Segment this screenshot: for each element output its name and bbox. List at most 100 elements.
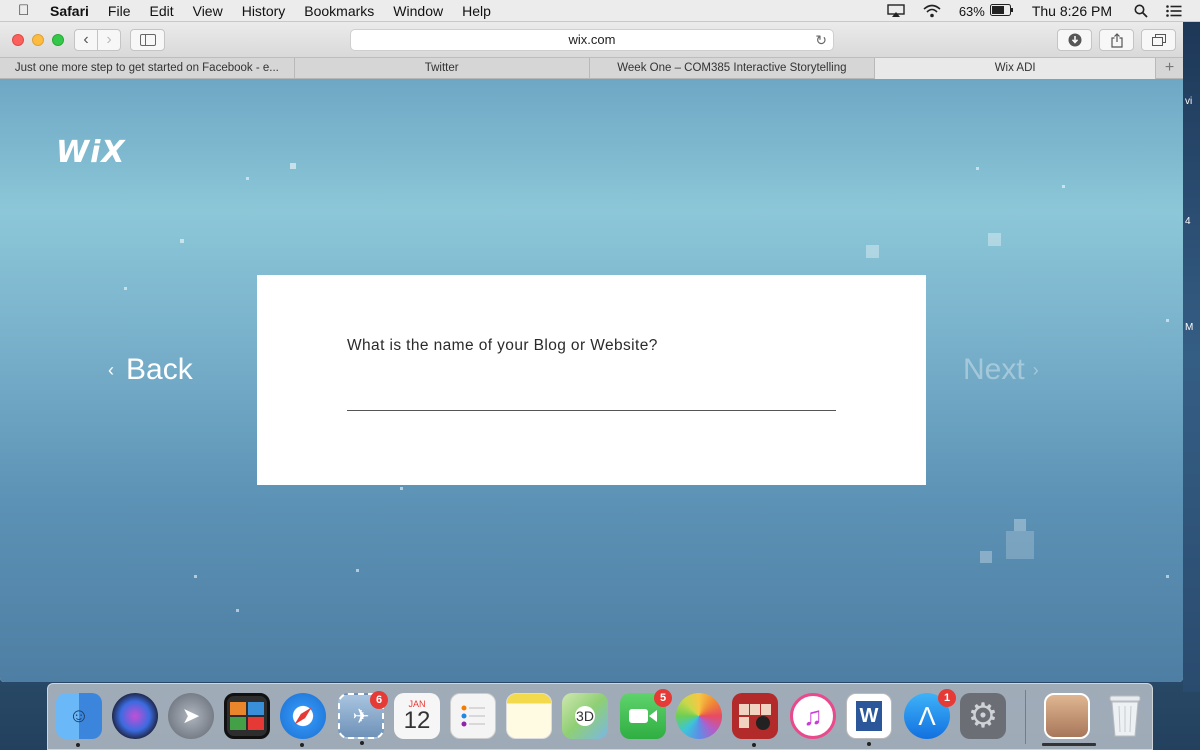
wix-logo[interactable]: WiX [56,135,126,170]
trash-can-icon [1109,695,1141,737]
app-store-a-icon: Λ [918,700,936,731]
app-store-icon[interactable]: Λ 1 [904,689,956,739]
window-controls [12,34,72,46]
site-name-input[interactable] [347,375,836,411]
spotlight-icon[interactable] [1134,4,1148,18]
edge-text: vi [1185,96,1193,107]
decor-square [290,163,296,169]
safari-icon[interactable] [280,693,326,747]
menu-file[interactable]: File [108,3,131,19]
decor-square [980,551,992,563]
notification-center-icon[interactable] [1166,5,1182,17]
calendar-day: 12 [403,707,431,734]
notes-icon[interactable] [506,693,552,739]
apple-icon[interactable]:  [18,2,36,19]
close-window-button[interactable] [12,34,24,46]
chevron-right-icon: › [1032,359,1039,380]
list-icon [461,705,485,727]
tab-facebook[interactable]: Just one more step to get started on Fac… [0,58,295,79]
decor-dot [236,609,239,612]
decor-dot [1166,575,1169,578]
mail-badge: 6 [370,691,388,709]
menu-window[interactable]: Window [393,3,443,19]
sidebar-toggle-button[interactable] [130,29,165,51]
map-pin-icon: 3D [575,706,595,726]
address-text: wix.com [568,32,616,47]
back-navigation-button[interactable]: ‹ [74,29,98,51]
battery-percent: 63% [958,3,985,19]
clock[interactable]: Thu 8:26 PM [1032,3,1112,19]
safari-window: ‹ › wix.com ↻ Just one more step to get … [0,22,1183,682]
browser-toolbar: ‹ › wix.com ↻ [0,22,1183,58]
running-indicator [76,743,80,747]
next-label: Next [963,353,1025,386]
tab-bar: Just one more step to get started on Fac… [0,58,1183,79]
maps-icon[interactable]: 3D [562,693,608,739]
decor-dot [124,287,127,290]
menu-history[interactable]: History [242,3,286,19]
zoom-window-button[interactable] [52,34,64,46]
menu-bookmarks[interactable]: Bookmarks [304,3,374,19]
decor-dot [246,177,249,180]
reminders-icon[interactable] [450,693,496,739]
new-tab-button[interactable]: + [1156,58,1183,78]
edge-text: M [1185,322,1194,333]
trash-icon[interactable] [1102,693,1148,739]
downloads-stack-icon[interactable] [1042,693,1096,746]
menu-safari[interactable]: Safari [50,3,89,19]
wifi-icon[interactable] [923,4,941,18]
word-logo-icon: W [856,701,882,731]
itunes-icon[interactable]: ♫ [790,693,836,739]
rocket-icon: ➤ [181,703,201,728]
dock-separator [1025,690,1026,744]
photo-strip-icon[interactable] [732,693,778,747]
decor-square [1014,519,1026,531]
menu-view[interactable]: View [193,3,223,19]
forward-navigation-button[interactable]: › [97,29,121,51]
word-icon[interactable]: W [846,693,892,746]
menu-edit[interactable]: Edit [149,3,173,19]
address-bar[interactable]: wix.com ↻ [350,29,834,51]
dock: ☺ ➤ ✈ 6 JAN 12 3D 5 ♫ W Λ 1 ⚙ [47,683,1153,750]
next-button[interactable]: Next › [963,353,1039,387]
decor-dot [194,575,197,578]
photos-icon[interactable] [676,693,722,739]
finder-icon[interactable]: ☺ [56,693,102,747]
video-camera-icon [629,709,657,723]
back-button[interactable]: ‹ Back [108,353,193,387]
calendar-icon[interactable]: JAN 12 [394,693,440,739]
photo-grid-icon [230,702,264,730]
mail-icon[interactable]: ✈ 6 [338,691,388,745]
photo-booth-icon[interactable] [224,693,270,739]
battery-status[interactable]: 63% [958,3,1014,19]
facetime-icon[interactable]: 5 [620,689,672,739]
tab-twitter[interactable]: Twitter [295,58,590,79]
menu-help[interactable]: Help [462,3,491,19]
download-icon [1068,33,1081,47]
launchpad-icon[interactable]: ➤ [168,693,214,739]
share-icon [1110,32,1123,48]
decor-square [1006,531,1034,559]
running-indicator [360,741,364,745]
downloads-button[interactable] [1057,29,1092,51]
share-button[interactable] [1099,29,1134,51]
decor-dot [1062,185,1065,188]
chevron-left-icon: ‹ [83,31,89,48]
tab-wix-adi[interactable]: Wix ADI [875,58,1157,79]
reload-icon[interactable]: ↻ [815,30,827,50]
running-indicator [300,743,304,747]
compass-icon [294,707,312,725]
decor-dot [356,569,359,572]
airplay-icon[interactable] [887,4,905,18]
decor-square [866,245,879,258]
tab-overview-button[interactable] [1141,29,1176,51]
decor-dot [180,239,184,243]
menu-bar:  Safari File Edit View History Bookmark… [0,0,1200,22]
siri-icon[interactable] [112,693,158,739]
tab-week-one[interactable]: Week One – COM385 Interactive Storytelli… [590,58,876,79]
chevron-left-icon: ‹ [108,359,114,380]
system-preferences-icon[interactable]: ⚙ [960,693,1006,739]
facetime-badge: 5 [654,689,672,707]
minimize-window-button[interactable] [32,34,44,46]
chevron-right-icon: › [106,31,112,48]
